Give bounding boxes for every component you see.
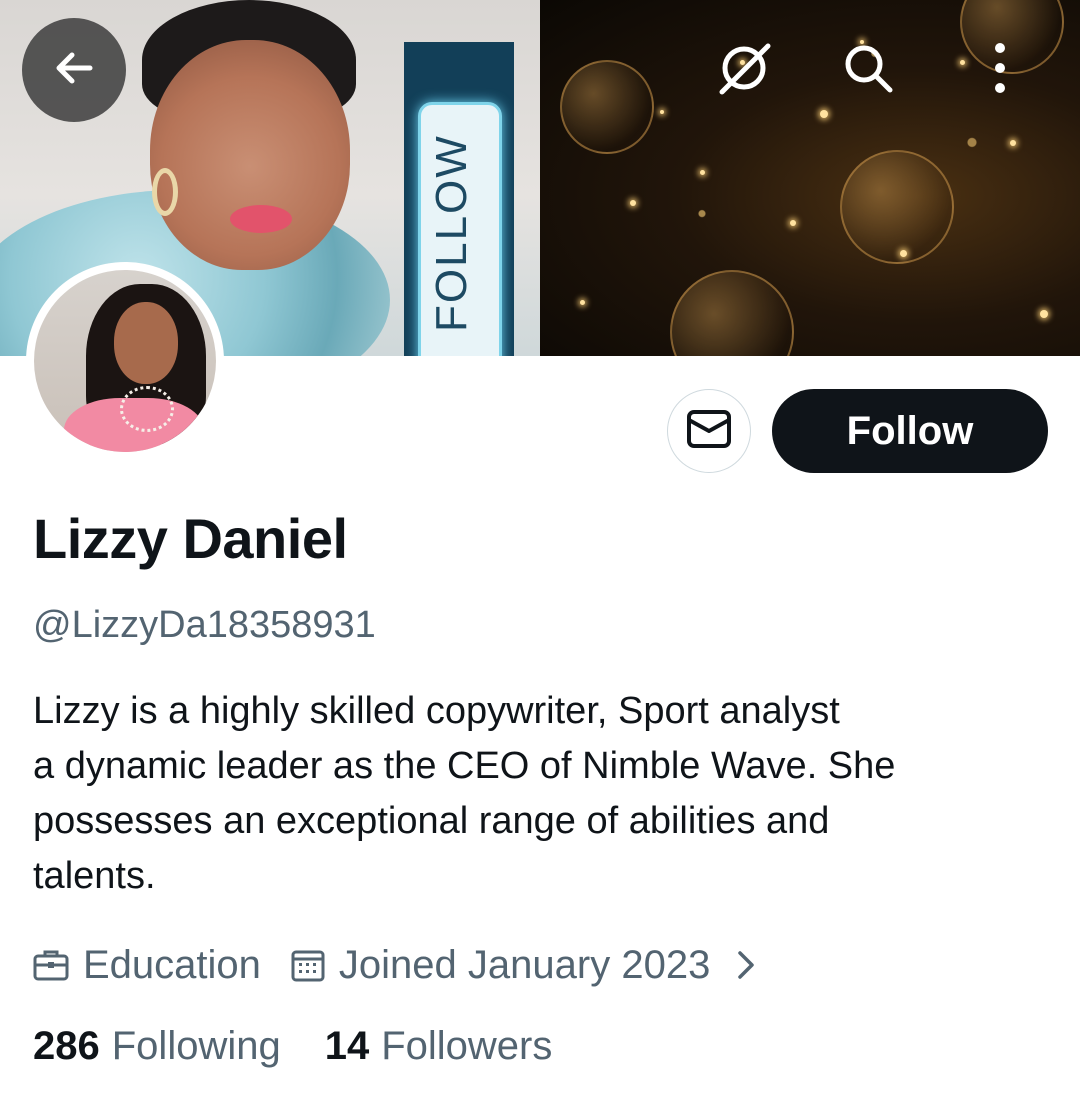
following-link[interactable]: 286 Following: [33, 1024, 281, 1069]
bio-line: Lizzy is a highly skilled copywriter, Sp…: [33, 690, 840, 732]
grok-button[interactable]: [712, 38, 776, 102]
profile-meta: Education Joined January 2023: [33, 938, 756, 992]
follow-strip-text: FOLLOW: [427, 134, 476, 332]
sparkle: [1010, 140, 1016, 146]
sparkle: [1040, 310, 1048, 318]
followers-label: Followers: [381, 1024, 553, 1068]
grok-icon: [714, 38, 774, 103]
sparkle: [790, 220, 796, 226]
followers-link[interactable]: 14 Followers: [325, 1024, 553, 1069]
follow-button[interactable]: Follow: [772, 389, 1048, 473]
sparkle: [660, 110, 664, 114]
profile-joined: Joined January 2023: [338, 942, 711, 987]
briefcase-icon: [33, 948, 69, 982]
more-button[interactable]: [968, 38, 1032, 102]
chevron-right-icon[interactable]: [736, 949, 756, 981]
followers-count: 14: [324, 1024, 370, 1068]
bio-line: a dynamic leader as the CEO of Nimble Wa…: [33, 745, 896, 787]
following-label: Following: [111, 1024, 281, 1068]
sparkle: [580, 300, 585, 305]
banner-earring: [152, 168, 178, 216]
bio-line: talents.: [33, 855, 156, 897]
ornament: [840, 150, 954, 264]
search-button[interactable]: [836, 38, 900, 102]
banner-follow-strip: FOLLOW: [404, 42, 514, 356]
envelope-icon: [686, 409, 732, 454]
sparkle: [700, 170, 705, 175]
banner-face: [150, 40, 350, 270]
avatar-image: [34, 270, 216, 452]
banner-lips: [230, 205, 292, 233]
avatar[interactable]: [26, 262, 224, 460]
calendar-icon: [291, 948, 325, 982]
sparkle: [900, 250, 907, 257]
sparkle: [630, 200, 636, 206]
avatar-face: [114, 302, 178, 384]
profile-name: Lizzy Daniel: [33, 507, 348, 570]
back-button[interactable]: [22, 18, 126, 122]
search-icon: [840, 40, 896, 101]
bio-line: possesses an exceptional range of abilit…: [33, 800, 830, 842]
more-vertical-icon: [990, 38, 1010, 103]
avatar-necklace: [120, 386, 174, 432]
ornament: [560, 60, 654, 154]
ornament: [670, 270, 794, 356]
sparkle: [820, 110, 828, 118]
profile-handle: @LizzyDa18358931: [33, 604, 376, 646]
profile-stats: 286 Following 14 Followers: [33, 1024, 552, 1069]
following-count: 286: [33, 1024, 100, 1068]
back-arrow-icon: [50, 44, 98, 97]
message-button[interactable]: [667, 389, 751, 473]
profile-category: Education: [83, 942, 261, 987]
sparkle: [960, 60, 965, 65]
profile-bio: Lizzy is a highly skilled copywriter, Sp…: [33, 684, 1033, 904]
